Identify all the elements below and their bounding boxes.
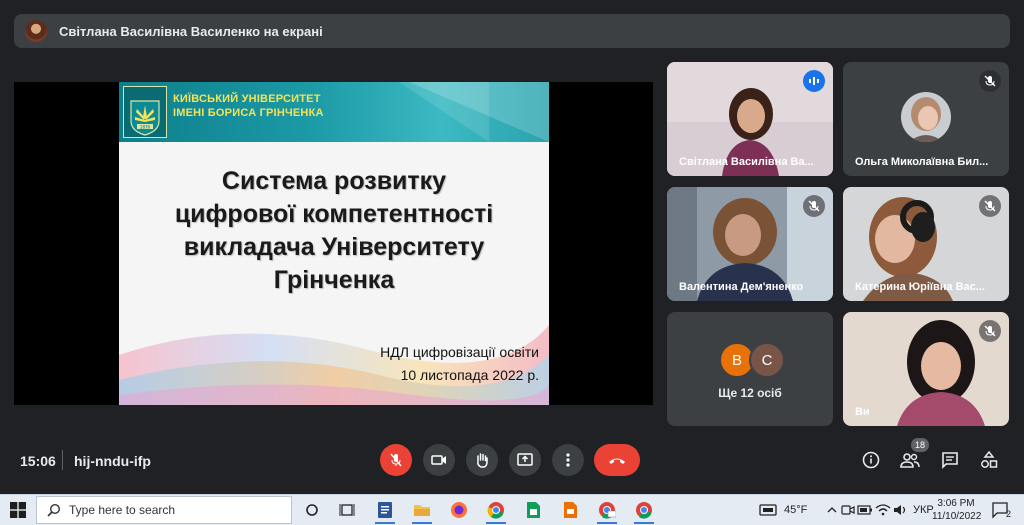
university-logo: 1876 — [123, 86, 167, 138]
system-clock[interactable]: 3:06 PM 11/10/2022 — [932, 497, 981, 523]
university-emblem-icon: 1876 — [130, 100, 160, 136]
participant-name: Ви — [855, 406, 870, 418]
more-options-button[interactable] — [552, 444, 584, 476]
chrome-profile-icon[interactable] — [634, 500, 654, 520]
presenter-label: Світлана Василівна Василенко на екрані — [59, 23, 323, 39]
more-participants-label: Ще 12 осіб — [718, 386, 782, 400]
meeting-details-button[interactable] — [859, 448, 883, 472]
chat-icon — [942, 452, 958, 469]
chrome-icon[interactable] — [486, 500, 506, 520]
participant-tile-svitlana[interactable]: Світлана Василівна Ва... — [667, 62, 833, 176]
info-icon — [862, 451, 880, 469]
more-avatars: В С — [719, 342, 785, 378]
mic-off-icon — [979, 195, 1001, 217]
camera-toggle-button[interactable] — [423, 444, 455, 476]
file-explorer-icon[interactable] — [412, 500, 432, 520]
slides-icon[interactable] — [560, 500, 580, 520]
hand-icon — [477, 453, 488, 468]
more-vert-icon — [566, 453, 570, 467]
meeting-code: hij-nndu-ifp — [74, 453, 151, 469]
cortana-icon[interactable] — [302, 500, 322, 520]
mic-off-icon — [803, 195, 825, 217]
task-view-icon[interactable] — [337, 500, 357, 520]
leave-call-button[interactable] — [594, 444, 640, 476]
mic-off-icon — [390, 453, 402, 467]
search-placeholder: Type here to search — [69, 503, 176, 517]
divider — [62, 450, 63, 470]
firefox-icon[interactable] — [449, 500, 469, 520]
temperature: 45°F — [784, 504, 808, 516]
search-icon — [47, 503, 61, 517]
sheets-icon[interactable] — [523, 500, 543, 520]
meeting-clock: 15:06 — [20, 453, 56, 469]
mic-off-icon — [979, 70, 1001, 92]
chrome-gmail-icon[interactable] — [597, 500, 617, 520]
presentation-banner: Світлана Василівна Василенко на екрані — [14, 14, 1010, 48]
slide-date: 10 листопада 2022 р. — [400, 367, 539, 383]
participant-name: Катерина Юріївна Вас... — [855, 281, 985, 293]
speaking-indicator — [803, 70, 825, 92]
taskbar-search-box[interactable]: Type here to search — [36, 496, 292, 524]
participant-name: Валентина Дем'яненко — [679, 281, 804, 293]
slide-title: Система розвитку цифрової компетентності… — [174, 167, 494, 294]
camera-icon — [431, 455, 446, 465]
activities-icon — [981, 451, 998, 468]
word-app-icon[interactable] — [375, 500, 395, 520]
participant-name: Світлана Василівна Ва... — [679, 156, 814, 168]
battery-icon[interactable] — [855, 500, 875, 520]
audio-level-icon — [809, 77, 819, 85]
participant-tile-kateryna[interactable]: Катерина Юріївна Вас... — [843, 187, 1009, 301]
participant-initial-avatar: С — [749, 342, 785, 378]
people-icon — [900, 453, 920, 468]
chat-button[interactable] — [938, 448, 962, 472]
present-screen-button[interactable] — [509, 444, 541, 476]
participant-tile-self[interactable]: Ви — [843, 312, 1009, 426]
windows-start-icon[interactable] — [10, 502, 26, 518]
mic-off-icon — [979, 320, 1001, 342]
university-name: Київський університет імені Бориса Грінч… — [173, 93, 324, 119]
presenter-avatar — [25, 20, 47, 42]
svg-text:1876: 1876 — [140, 124, 151, 129]
raise-hand-button[interactable] — [466, 444, 498, 476]
notification-count: 2 — [1006, 509, 1012, 519]
hang-up-icon — [609, 458, 625, 464]
participant-name: Ольга Миколаївна Бил... — [855, 156, 989, 168]
people-count-badge: 18 — [911, 438, 929, 452]
participant-avatar — [901, 92, 951, 142]
participant-tile-valentyna[interactable]: Валентина Дем'яненко — [667, 187, 833, 301]
activities-button[interactable] — [977, 448, 1001, 472]
more-participants-tile[interactable]: В С Ще 12 осіб — [667, 312, 833, 426]
shared-screen: 1876 Київський університет імені Бориса … — [14, 82, 653, 405]
slide-header: 1876 Київський університет імені Бориса … — [119, 82, 549, 142]
slide-department: НДЛ цифровізації освіти — [380, 344, 539, 360]
windows-taskbar: Type here to search 45°F УКР 3:06 PM 11/… — [0, 494, 1024, 525]
weather-icon[interactable] — [758, 500, 778, 520]
volume-icon[interactable] — [891, 500, 911, 520]
presentation-slide: 1876 Київський університет імені Бориса … — [119, 82, 549, 405]
present-icon — [517, 453, 533, 466]
input-language[interactable]: УКР — [913, 504, 934, 516]
microphone-toggle-button[interactable] — [380, 444, 412, 476]
participant-tile-olha[interactable]: Ольга Миколаївна Бил... — [843, 62, 1009, 176]
network-icon[interactable] — [873, 500, 893, 520]
